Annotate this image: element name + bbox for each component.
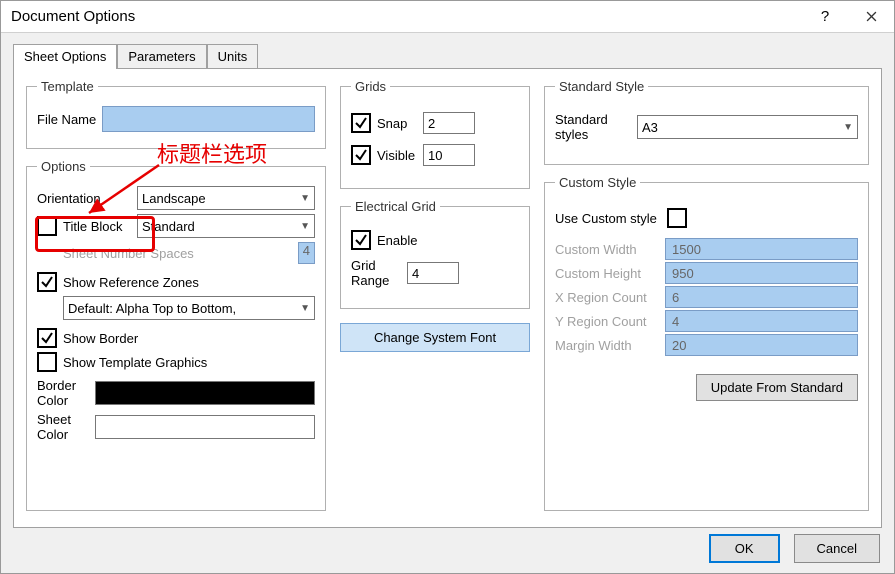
tab-sheet-options[interactable]: Sheet Options	[13, 44, 117, 69]
dialog-footer: OK Cancel	[709, 534, 880, 563]
x-region-count-label: X Region Count	[555, 290, 665, 305]
group-custom-style-legend: Custom Style	[555, 175, 640, 190]
group-electrical-grid-legend: Electrical Grid	[351, 199, 440, 214]
file-name-input[interactable]	[102, 106, 315, 132]
tab-strip: Sheet Options Parameters Units	[1, 33, 894, 68]
use-custom-style-checkbox[interactable]	[667, 208, 687, 228]
standard-styles-label: Standard styles	[555, 112, 631, 142]
grid-range-input[interactable]	[407, 262, 459, 284]
window-title: Document Options	[11, 8, 802, 25]
group-grids: Grids Snap Visible	[340, 79, 530, 189]
update-from-standard-button[interactable]: Update From Standard	[696, 374, 858, 401]
annotation-text: 标题栏选项	[157, 137, 267, 169]
file-name-label: File Name	[37, 112, 96, 127]
margin-width-input[interactable]: 20	[665, 334, 858, 356]
visible-input[interactable]	[423, 144, 475, 166]
border-color-swatch[interactable]	[95, 381, 315, 405]
sheet-num-spaces-input[interactable]: 4	[298, 242, 315, 264]
margin-width-label: Margin Width	[555, 338, 665, 353]
x-region-count-input[interactable]: 6	[665, 286, 858, 308]
chevron-down-icon: ▼	[843, 122, 853, 133]
ref-zones-mode-select[interactable]: Default: Alpha Top to Bottom, ▼	[63, 296, 315, 320]
close-button[interactable]	[848, 1, 894, 33]
ok-button[interactable]: OK	[709, 534, 780, 563]
custom-height-label: Custom Height	[555, 266, 665, 281]
border-color-label: Border Color	[37, 378, 89, 408]
chevron-down-icon: ▼	[300, 303, 310, 314]
show-border-checkbox[interactable]	[37, 328, 57, 348]
group-standard-style: Standard Style Standard styles A3 ▼	[544, 79, 869, 165]
show-template-graphics-label: Show Template Graphics	[63, 355, 207, 370]
grid-range-label: Grid Range	[351, 258, 401, 288]
visible-label: Visible	[377, 148, 417, 163]
snap-label: Snap	[377, 116, 417, 131]
custom-width-input[interactable]: 1500	[665, 238, 858, 260]
chevron-down-icon: ▼	[300, 193, 310, 204]
y-region-count-label: Y Region Count	[555, 314, 665, 329]
group-electrical-grid: Electrical Grid Enable Grid Range	[340, 199, 530, 309]
visible-checkbox[interactable]	[351, 145, 371, 165]
cancel-button[interactable]: Cancel	[794, 534, 880, 563]
sheet-color-label: Sheet Color	[37, 412, 89, 442]
egrid-enable-label: Enable	[377, 233, 417, 248]
egrid-enable-checkbox[interactable]	[351, 230, 371, 250]
group-options: Options Orientation Landscape ▼ Title Bl…	[26, 159, 326, 511]
tab-units[interactable]: Units	[207, 44, 259, 69]
snap-input[interactable]	[423, 112, 475, 134]
ref-zones-mode-value: Default: Alpha Top to Bottom,	[68, 301, 236, 316]
annotation-box	[35, 216, 155, 252]
custom-width-label: Custom Width	[555, 242, 665, 257]
show-ref-zones-label: Show Reference Zones	[63, 275, 199, 290]
show-template-graphics-checkbox[interactable]	[37, 352, 57, 372]
group-standard-style-legend: Standard Style	[555, 79, 648, 94]
group-template-legend: Template	[37, 79, 98, 94]
chevron-down-icon: ▼	[300, 221, 310, 232]
dialog-window: Document Options ? Sheet Options Paramet…	[0, 0, 895, 574]
standard-styles-select[interactable]: A3 ▼	[637, 115, 858, 139]
use-custom-style-label: Use Custom style	[555, 211, 657, 226]
standard-styles-value: A3	[642, 120, 658, 135]
titlebar: Document Options ?	[1, 1, 894, 33]
group-grids-legend: Grids	[351, 79, 390, 94]
tab-body: Template File Name Options Orientation L…	[13, 68, 882, 528]
custom-height-input[interactable]: 950	[665, 262, 858, 284]
group-custom-style: Custom Style Use Custom style Custom Wid…	[544, 175, 869, 511]
help-button[interactable]: ?	[802, 1, 848, 33]
change-system-font-button[interactable]: Change System Font	[340, 323, 530, 352]
sheet-color-swatch[interactable]	[95, 415, 315, 439]
snap-checkbox[interactable]	[351, 113, 371, 133]
show-border-label: Show Border	[63, 331, 138, 346]
annotation-arrow-icon	[81, 161, 171, 221]
close-icon	[866, 11, 877, 22]
tab-parameters[interactable]: Parameters	[117, 44, 206, 69]
show-ref-zones-checkbox[interactable]	[37, 272, 57, 292]
y-region-count-input[interactable]: 4	[665, 310, 858, 332]
